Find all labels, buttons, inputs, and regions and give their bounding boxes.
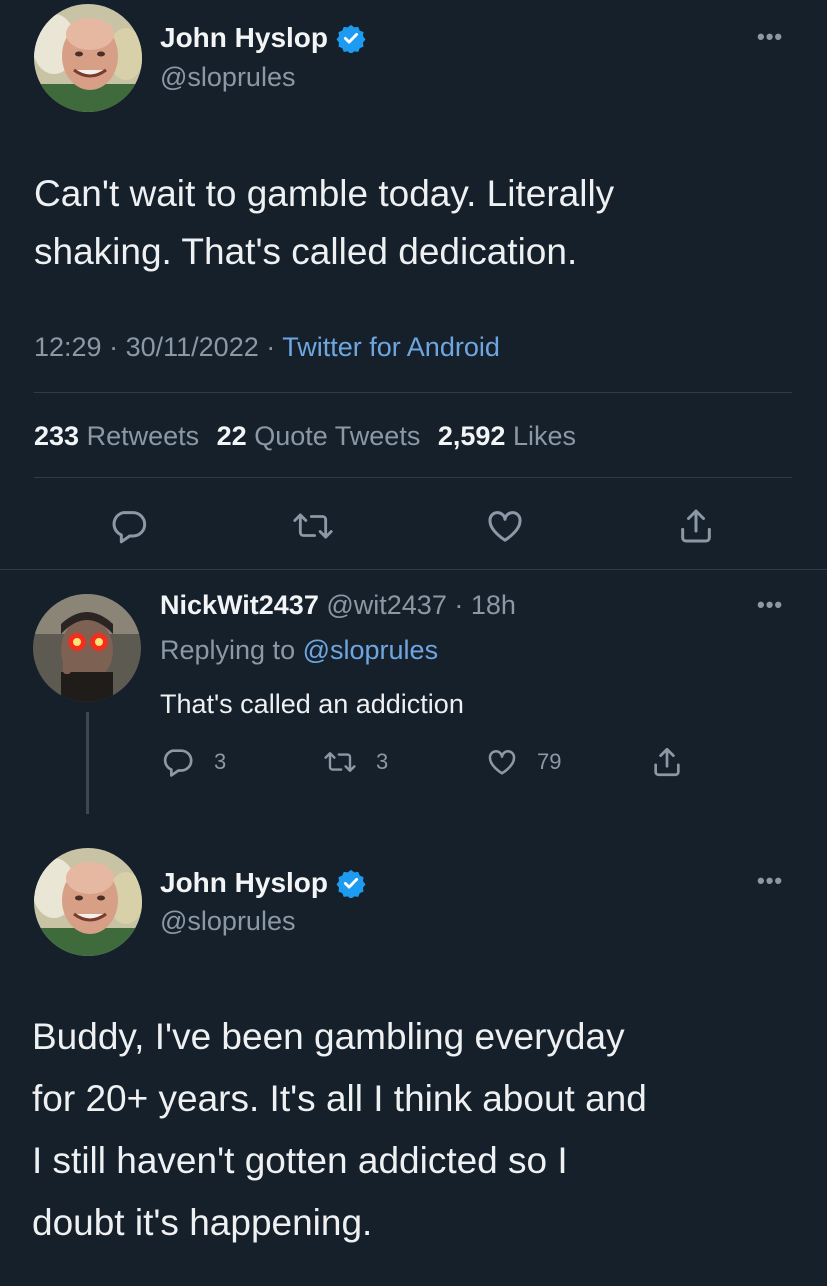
author-name[interactable]: John Hyslop (160, 867, 328, 899)
verified-badge-icon (336, 868, 366, 898)
tweet-text-line: Can't wait to gamble today. Literally (34, 173, 615, 214)
divider (0, 569, 827, 570)
reply-text: That's called an addiction (160, 689, 464, 719)
tweet-meta: 12:29 · 30/11/2022 · Twitter for Android (34, 332, 500, 363)
reply-avatar[interactable] (33, 594, 141, 702)
replying-to-handle[interactable]: @sloprules (303, 635, 438, 665)
tweet-date[interactable]: 30/11/2022 (126, 332, 259, 362)
reply-icon[interactable] (108, 506, 148, 546)
retweet-icon[interactable] (290, 507, 336, 545)
retweets-label: Retweets (86, 421, 200, 451)
like-icon[interactable] (484, 506, 526, 546)
likes-stat[interactable]: 2,592 Likes (438, 421, 576, 451)
tweet-text-line: shaking. That's called dedication. (34, 231, 578, 272)
tweet-source[interactable]: Twitter for Android (282, 332, 500, 362)
like-icon (485, 746, 519, 778)
reply-header: NickWit2437 @wit2437 · 18h (160, 590, 516, 621)
reply-author-handle[interactable]: @wit2437 (326, 590, 446, 620)
reply-age[interactable]: 18h (471, 590, 516, 620)
replying-to: Replying to @sloprules (160, 635, 438, 666)
retweet-count: 3 (376, 749, 389, 774)
reply-icon (160, 745, 194, 779)
divider (34, 477, 792, 478)
retweets-count: 233 (34, 421, 80, 451)
avatar[interactable] (34, 848, 142, 956)
like-action[interactable]: 79 (485, 746, 561, 778)
tweet-text-line: Buddy, I've been gambling everyday (32, 1016, 625, 1057)
retweet-icon (322, 747, 358, 777)
quotes-label: Quote Tweets (254, 421, 421, 451)
author-handle[interactable]: @sloprules (160, 906, 295, 937)
tweet-text-line: I still haven't gotten addicted so I (32, 1140, 568, 1181)
tweet-text: Buddy, I've been gambling everyday for 2… (32, 1006, 647, 1254)
tweet-text-line: for 20+ years. It's all I think about an… (32, 1078, 647, 1119)
more-icon[interactable]: ••• (757, 592, 783, 618)
tweet-text: Can't wait to gamble today. Literally sh… (34, 165, 614, 281)
thread-line (86, 712, 89, 814)
more-icon[interactable]: ••• (757, 868, 783, 894)
reply-count: 3 (214, 749, 227, 774)
divider (34, 392, 792, 393)
tweet-text-line: doubt it's happening. (32, 1202, 373, 1243)
replying-to-label: Replying to (160, 635, 296, 665)
meta-separator: · (266, 332, 283, 362)
share-icon[interactable] (676, 506, 716, 546)
author-handle[interactable]: @sloprules (160, 62, 295, 93)
verified-badge-icon (336, 23, 366, 53)
meta-separator: · (446, 590, 471, 620)
more-icon[interactable]: ••• (757, 24, 783, 50)
reply-action[interactable]: 3 (160, 745, 226, 779)
retweets-stat[interactable]: 233 Retweets (34, 421, 199, 451)
quotes-count: 22 (216, 421, 247, 451)
reply-author-name[interactable]: NickWit2437 (160, 590, 319, 620)
likes-count: 2,592 (437, 421, 506, 451)
share-icon[interactable] (650, 745, 684, 779)
retweet-action[interactable]: 3 (322, 747, 388, 777)
author-name[interactable]: John Hyslop (160, 22, 328, 54)
tweet-time[interactable]: 12:29 (34, 332, 102, 362)
avatar[interactable] (34, 4, 142, 112)
engagement-stats: 233 Retweets 22 Quote Tweets 2,592 Likes (34, 421, 576, 452)
like-count: 79 (537, 749, 562, 774)
meta-separator: · (109, 332, 126, 362)
quotes-stat[interactable]: 22 Quote Tweets (217, 421, 421, 451)
likes-label: Likes (512, 421, 576, 451)
